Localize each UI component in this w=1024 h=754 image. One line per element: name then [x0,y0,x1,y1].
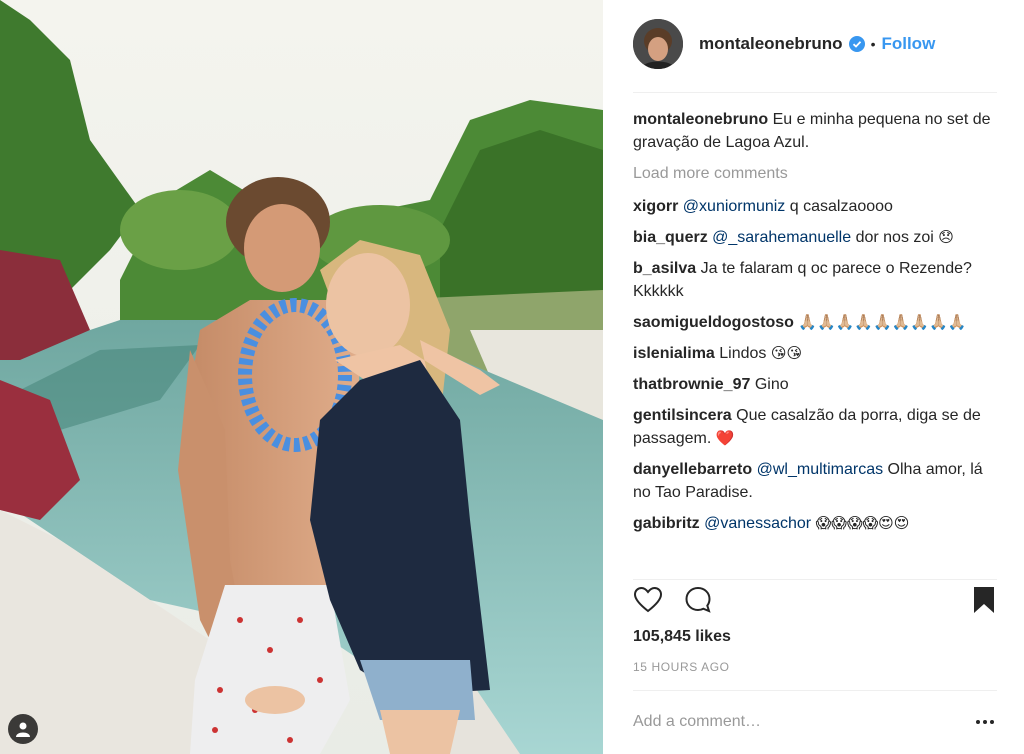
post-sidebar: montaleonebruno • Follow montaleonebruno… [603,0,1024,754]
comments-list[interactable]: montaleonebruno Eu e minha pequena no se… [633,108,997,578]
list-item: xigorr @xuniormuniz q casalzaoooo [633,195,997,218]
comment-emoji: 😱😱😱😱😍😍 [815,514,910,532]
verified-badge-icon [848,36,865,52]
caption: montaleonebruno Eu e minha pequena no se… [633,108,997,154]
post-image [0,0,603,754]
comment-mention[interactable]: @xuniormuniz [683,198,786,215]
comment-text: Gino [754,376,789,393]
comment-username[interactable]: thatbrownie_97 [633,376,750,393]
load-more-comments-button[interactable]: Load more comments [633,162,997,185]
post-photo[interactable] [0,0,603,754]
list-item: saomigueldogostoso 🙏🏼🙏🏼🙏🏼🙏🏼🙏🏼🙏🏼🙏🏼🙏🏼🙏🏼 [633,311,997,334]
comment-username[interactable]: saomigueldogostoso [633,314,794,331]
comment-username[interactable]: b_asilva [633,260,696,277]
comment-emoji: 😞 [938,228,954,246]
comment-emoji: 😘😘 [770,344,803,362]
list-item: danyellebarreto @wl_multimarcas Olha amo… [633,458,997,504]
list-item: b_asilva Ja te falaram q oc parece o Rez… [633,257,997,303]
caption-username[interactable]: montaleonebruno [633,111,768,128]
comment-username[interactable]: islenialima [633,345,715,362]
list-item: bia_querz @_sarahemanuelle dor nos zoi 😞 [633,226,997,249]
comment-mention[interactable]: @wl_multimarcas [757,461,883,478]
comment-bubble-icon[interactable] [683,585,713,615]
comment-username[interactable]: gabibritz [633,515,700,532]
follow-button[interactable]: Follow [881,34,935,54]
likes-count[interactable]: 105,845 likes [633,628,731,646]
avatar[interactable] [633,19,683,69]
person-tag-icon[interactable] [8,714,38,744]
list-item: islenialima Lindos 😘😘 [633,342,997,365]
divider [633,690,997,691]
post-header: montaleonebruno • Follow [633,18,1000,70]
comment-mention[interactable]: @_sarahemanuelle [712,229,851,246]
comment-emoji: 🙏🏼🙏🏼🙏🏼🙏🏼🙏🏼🙏🏼🙏🏼🙏🏼🙏🏼 [798,313,967,331]
comment-username[interactable]: gentilsincera [633,407,732,424]
comment-text: q casalzaoooo [785,198,893,215]
comment-text: dor nos zoi [851,229,939,246]
list-item: thatbrownie_97 Gino [633,373,997,396]
comment-username[interactable]: bia_querz [633,229,708,246]
bookmark-icon[interactable] [971,585,997,615]
post-username[interactable]: montaleonebruno [699,34,843,54]
list-item: gabibritz @vanessachor 😱😱😱😱😍😍 [633,512,997,535]
comment-text: Lindos [719,345,771,362]
separator-dot: • [870,36,876,52]
comment-username[interactable]: danyellebarreto [633,461,752,478]
comment-emoji: ❤️ [715,429,735,447]
list-item: gentilsincera Que casalzão da porra, dig… [633,404,997,450]
comment-username[interactable]: xigorr [633,198,678,215]
more-options-icon[interactable] [975,712,995,732]
heart-icon[interactable] [633,585,663,615]
post-timestamp[interactable]: 15 HOURS AGO [633,660,730,674]
comment-mention[interactable]: @vanessachor [704,515,811,532]
divider [633,92,997,93]
add-comment-input[interactable] [633,708,997,736]
action-bar [633,585,997,619]
divider [633,579,997,580]
